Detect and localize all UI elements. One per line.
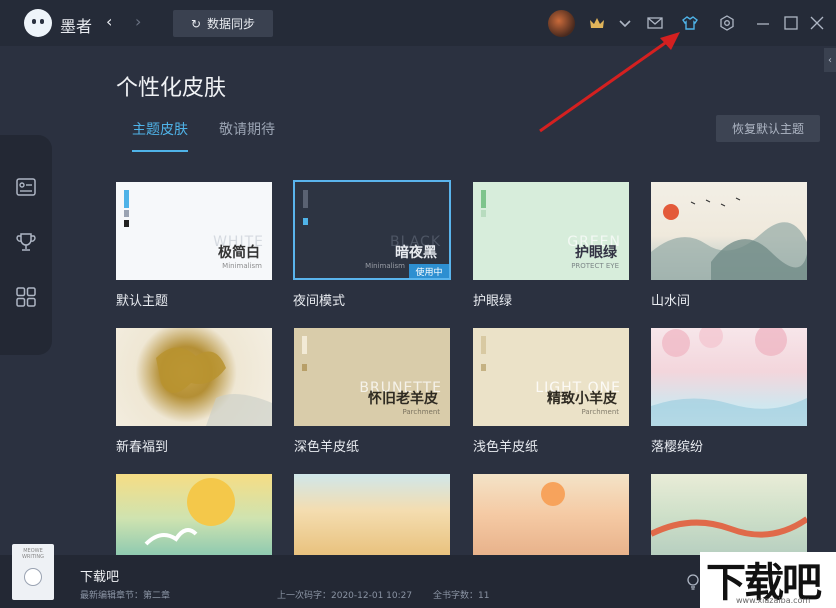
title-bar: 墨者 ‹ › ↻ 数据同步 — [0, 0, 836, 46]
refresh-icon: ↻ — [190, 16, 202, 31]
skin-thumbnail[interactable] — [651, 328, 807, 426]
skin-title: 暗夜黑 — [395, 245, 437, 261]
skin-thumbnail[interactable]: WHITE 极简白 Minimalism — [116, 182, 272, 280]
close-icon[interactable] — [808, 14, 826, 32]
sakura-illustration — [651, 328, 807, 426]
skin-thumbnail[interactable]: LIGHT ONE 精致小羊皮 Parchment — [473, 328, 629, 426]
swatch — [124, 210, 129, 217]
skin-thumbnail[interactable] — [473, 474, 629, 555]
skin-label: 落樱缤纷 — [651, 440, 704, 455]
tab-coming-soon[interactable]: 敬请期待 — [219, 119, 275, 139]
skin-card-new-year[interactable]: 新春福到 — [116, 328, 272, 455]
swatch — [124, 220, 129, 227]
skin-thumbnail[interactable] — [116, 328, 272, 426]
book-name[interactable]: 下载吧 — [80, 566, 119, 585]
skin-card-sakura[interactable]: 落樱缤纷 — [651, 328, 807, 455]
skin-card-white[interactable]: WHITE 极简白 Minimalism 默认主题 — [116, 182, 272, 309]
in-use-badge: 使用中 — [409, 264, 449, 278]
skin-label: 默认主题 — [116, 294, 169, 309]
site-watermark: 下载吧 www.xiazaiba.com — [700, 552, 836, 608]
skin-thumbnail[interactable] — [294, 474, 450, 555]
swatch — [481, 336, 486, 354]
swatch — [302, 336, 307, 354]
trophy-icon[interactable] — [14, 230, 38, 254]
skin-label: 新春福到 — [116, 440, 169, 455]
book-cover[interactable]: MEOWE WRITING — [12, 544, 54, 600]
skin-card-row3-2[interactable] — [294, 474, 450, 555]
sidebar — [0, 135, 52, 355]
skin-label: 山水间 — [651, 294, 691, 309]
swatch — [481, 210, 486, 217]
restore-default-theme-button[interactable]: 恢复默认主题 — [716, 115, 820, 142]
skin-card-row3-3[interactable] — [473, 474, 629, 555]
skin-subtitle: Minimalism — [222, 262, 262, 270]
skin-label: 浅色羊皮纸 — [473, 440, 539, 455]
crane-illustration — [144, 478, 235, 546]
skin-thumbnail[interactable] — [651, 474, 807, 555]
skin-card-brunette[interactable]: BRUNETTE 怀旧老羊皮 Parchment 深色羊皮纸 — [294, 328, 450, 455]
app-logo-icon — [24, 9, 52, 37]
page-title: 个性化皮肤 — [116, 76, 227, 101]
app-name: 墨者 — [60, 17, 93, 36]
skin-thumbnail-selected[interactable]: BLACK 暗夜黑 Minimalism 使用中 — [293, 180, 451, 280]
active-tab-indicator — [132, 150, 188, 152]
maximize-icon[interactable] — [782, 14, 800, 32]
skin-label: 夜间模式 — [293, 294, 346, 309]
skin-title: 极简白 — [218, 245, 260, 261]
swatch — [481, 364, 486, 371]
minimize-icon[interactable] — [754, 14, 772, 32]
skin-title: 护眼绿 — [575, 245, 617, 261]
tab-theme-skins[interactable]: 主题皮肤 — [132, 119, 188, 139]
skin-subtitle: Parchment — [581, 408, 619, 416]
swatch — [302, 364, 307, 371]
last-code-time: 上一次码字：2020-12-01 10:27 — [277, 591, 413, 601]
skin-subtitle: Minimalism — [365, 262, 405, 270]
chevron-left-icon: ‹ — [828, 54, 832, 66]
skin-card-row3-4[interactable] — [651, 474, 807, 555]
skin-thumbnail[interactable]: BRUNETTE 怀旧老羊皮 Parchment — [294, 328, 450, 426]
back-button[interactable]: ‹ — [106, 12, 112, 31]
skin-subtitle: Parchment — [402, 408, 440, 416]
skin-thumbnail[interactable] — [651, 182, 807, 280]
profile-card-icon[interactable] — [14, 175, 38, 199]
avatar[interactable] — [548, 10, 575, 37]
ribbon-illustration — [651, 516, 807, 538]
skin-shirt-icon[interactable] — [681, 14, 699, 32]
chevron-down-icon[interactable] — [616, 14, 634, 32]
swatch — [303, 218, 308, 225]
skin-subtitle: PROTECT EYE — [571, 262, 619, 270]
forward-button[interactable]: › — [135, 12, 141, 31]
collapse-panel-button[interactable]: ‹ — [824, 48, 836, 72]
swatch — [481, 190, 486, 208]
skin-label: 深色羊皮纸 — [294, 440, 360, 455]
landscape-illustration — [651, 197, 807, 280]
skin-card-green[interactable]: GREEN 护眼绿 PROTECT EYE 护眼绿 — [473, 182, 629, 309]
total-words: 全书字数：11 — [433, 591, 490, 601]
skin-label: 护眼绿 — [473, 294, 513, 309]
skin-card-black[interactable]: BLACK 暗夜黑 Minimalism 使用中 夜间模式 — [293, 180, 451, 309]
skin-card-light-one[interactable]: LIGHT ONE 精致小羊皮 Parchment 浅色羊皮纸 — [473, 328, 629, 455]
skin-title: 怀旧老羊皮 — [368, 391, 438, 407]
book-cover-mascot-icon — [24, 568, 42, 586]
apps-grid-icon[interactable] — [14, 285, 38, 309]
watermark-url: www.xiazaiba.com — [736, 596, 811, 605]
sync-button-label: 数据同步 — [207, 17, 256, 31]
skin-thumbnail[interactable]: GREEN 护眼绿 PROTECT EYE — [473, 182, 629, 280]
skin-thumbnail[interactable] — [116, 474, 272, 555]
last-chapter: 最新编辑章节：第二章 — [80, 591, 171, 601]
swatch — [303, 190, 308, 208]
crown-icon[interactable] — [588, 14, 606, 32]
mail-icon[interactable] — [646, 14, 664, 32]
skin-card-row3-1[interactable] — [116, 474, 272, 555]
swatch — [124, 190, 129, 208]
settings-icon[interactable] — [718, 14, 736, 32]
sync-button[interactable]: ↻ 数据同步 — [173, 10, 273, 37]
skin-card-landscape[interactable]: 山水间 — [651, 182, 807, 309]
book-cover-text: MEOWE WRITING — [21, 548, 45, 560]
fortune-illustration — [156, 347, 272, 426]
sunset-illustration — [541, 482, 565, 506]
skin-title: 精致小羊皮 — [547, 391, 617, 407]
